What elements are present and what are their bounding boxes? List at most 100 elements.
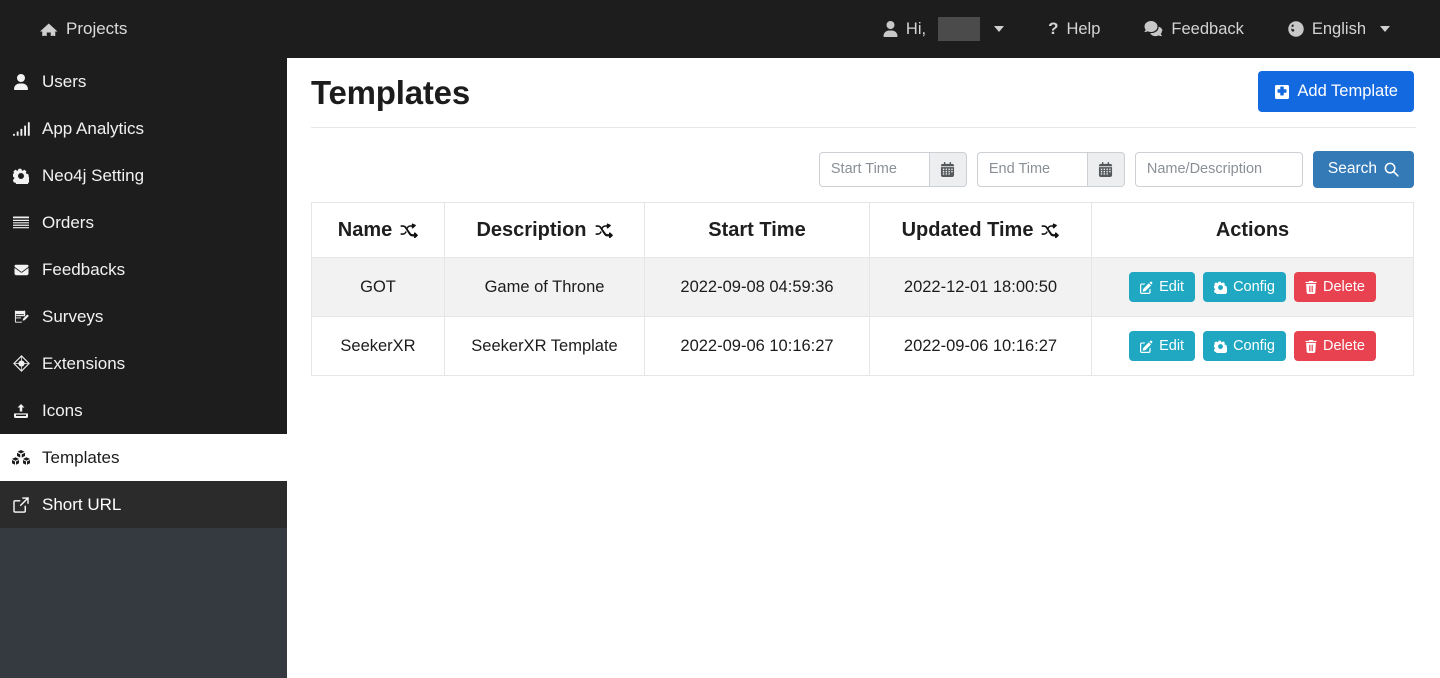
sidebar-item-surveys[interactable]: Surveys <box>0 293 287 340</box>
sidebar: Users App Analytics <box>0 58 287 678</box>
sidebar-item-orders[interactable]: Orders <box>0 199 287 246</box>
signal-icon <box>10 121 32 137</box>
cell-name: GOT <box>312 258 445 317</box>
filter-toolbar: Search <box>287 128 1440 192</box>
cubes-icon <box>10 450 32 466</box>
shuffle-icon[interactable] <box>1040 222 1059 238</box>
sidebar-item-app-analytics[interactable]: App Analytics <box>0 105 287 152</box>
search-keyword-input[interactable] <box>1135 152 1303 187</box>
edit-button[interactable]: Edit <box>1129 272 1195 302</box>
cell-updated-time: 2022-09-06 10:16:27 <box>870 317 1092 376</box>
trash-icon <box>1305 281 1317 294</box>
gear-icon <box>10 168 32 184</box>
delete-button[interactable]: Delete <box>1294 272 1376 302</box>
top-navbar: Projects Hi, ? Help <box>0 0 1440 58</box>
column-header-description[interactable]: Description <box>445 203 645 258</box>
sidebar-item-templates[interactable]: Templates <box>0 434 287 481</box>
calendar-icon[interactable] <box>1087 152 1125 187</box>
column-header-actions: Actions <box>1092 203 1414 258</box>
cell-actions: Edit Config <box>1092 258 1414 317</box>
table-head: Name <box>312 203 1414 258</box>
table-header-row: Name <box>312 203 1414 258</box>
delete-button-label: Delete <box>1323 338 1365 354</box>
table-row[interactable]: GOT Game of Throne 2022-09-08 04:59:36 2… <box>312 258 1414 317</box>
shuffle-icon[interactable] <box>399 222 418 238</box>
cell-description: Game of Throne <box>445 258 645 317</box>
cell-actions: Edit Config <box>1092 317 1414 376</box>
sidebar-item-icons[interactable]: Icons <box>0 387 287 434</box>
edit-button[interactable]: Edit <box>1129 331 1195 361</box>
sidebar-item-feedbacks[interactable]: Feedbacks <box>0 246 287 293</box>
column-label: Start Time <box>708 219 805 242</box>
column-header-start-time[interactable]: Start Time <box>645 203 870 258</box>
column-label: Name <box>338 219 392 242</box>
sidebar-item-label: Surveys <box>42 307 103 327</box>
page-header: Templates Add Template <box>311 58 1416 128</box>
pencil-square-icon <box>1140 340 1153 353</box>
config-button[interactable]: Config <box>1203 331 1286 361</box>
delete-button[interactable]: Delete <box>1294 331 1376 361</box>
calendar-icon[interactable] <box>929 152 967 187</box>
app-root: Projects Hi, ? Help <box>0 0 1440 678</box>
nav-feedback-label: Feedback <box>1171 20 1243 39</box>
column-header-updated-time[interactable]: Updated Time <box>870 203 1092 258</box>
sidebar-menu: Users App Analytics <box>0 58 287 528</box>
templates-table: Name <box>311 202 1414 376</box>
main-content: Templates Add Template <box>287 58 1440 678</box>
delete-button-label: Delete <box>1323 279 1365 295</box>
sidebar-item-label: App Analytics <box>42 119 144 139</box>
column-header-name[interactable]: Name <box>312 203 445 258</box>
user-icon <box>10 74 32 90</box>
nav-help-label: Help <box>1066 20 1100 39</box>
nav-language-label: English <box>1312 20 1366 39</box>
end-time-group <box>977 152 1125 187</box>
gear-icon <box>1214 281 1227 294</box>
start-time-input[interactable] <box>819 152 929 187</box>
navbar-right: Hi, ? Help Feedback <box>861 0 1440 58</box>
cell-updated-time: 2022-12-01 18:00:50 <box>870 258 1092 317</box>
add-template-button[interactable]: Add Template <box>1258 71 1414 112</box>
comments-icon <box>1144 21 1163 37</box>
question-icon: ? <box>1048 19 1058 39</box>
cell-name: SeekerXR <box>312 317 445 376</box>
add-template-label: Add Template <box>1297 82 1398 101</box>
nav-feedback[interactable]: Feedback <box>1122 0 1265 58</box>
sidebar-item-label: Orders <box>42 213 94 233</box>
search-icon <box>1384 162 1399 177</box>
cell-start-time: 2022-09-06 10:16:27 <box>645 317 870 376</box>
end-time-input[interactable] <box>977 152 1087 187</box>
upload-icon <box>10 403 32 419</box>
nav-projects[interactable]: Projects <box>40 0 149 58</box>
survey-icon <box>10 309 32 325</box>
chevron-down-icon <box>1380 26 1390 32</box>
column-label: Description <box>476 219 586 242</box>
start-time-group <box>819 152 967 187</box>
sidebar-item-short-url[interactable]: Short URL <box>0 481 287 528</box>
table-body: GOT Game of Throne 2022-09-08 04:59:36 2… <box>312 258 1414 376</box>
sidebar-item-label: Icons <box>42 401 83 421</box>
redacted-username <box>938 17 980 41</box>
nav-user-menu[interactable]: Hi, <box>861 0 1026 58</box>
nav-language[interactable]: English <box>1266 0 1412 58</box>
nav-projects-label: Projects <box>66 19 127 39</box>
nav-help[interactable]: ? Help <box>1026 0 1122 58</box>
sidebar-item-users[interactable]: Users <box>0 58 287 105</box>
sidebar-item-label: Extensions <box>42 354 125 374</box>
config-button-label: Config <box>1233 338 1275 354</box>
sidebar-item-label: Feedbacks <box>42 260 125 280</box>
external-link-icon <box>10 497 32 513</box>
plus-square-icon <box>1274 84 1290 100</box>
table-row[interactable]: SeekerXR SeekerXR Template 2022-09-06 10… <box>312 317 1414 376</box>
sidebar-item-label: Short URL <box>42 495 121 515</box>
list-icon <box>10 215 32 231</box>
nav-user-greeting: Hi, <box>906 20 926 39</box>
shuffle-icon[interactable] <box>594 222 613 238</box>
edit-button-label: Edit <box>1159 338 1184 354</box>
sidebar-item-label: Neo4j Setting <box>42 166 144 186</box>
search-button[interactable]: Search <box>1313 151 1414 188</box>
sidebar-item-neo4j-setting[interactable]: Neo4j Setting <box>0 152 287 199</box>
trash-icon <box>1305 340 1317 353</box>
sidebar-item-extensions[interactable]: Extensions <box>0 340 287 387</box>
config-button[interactable]: Config <box>1203 272 1286 302</box>
cube-icon <box>10 355 32 372</box>
